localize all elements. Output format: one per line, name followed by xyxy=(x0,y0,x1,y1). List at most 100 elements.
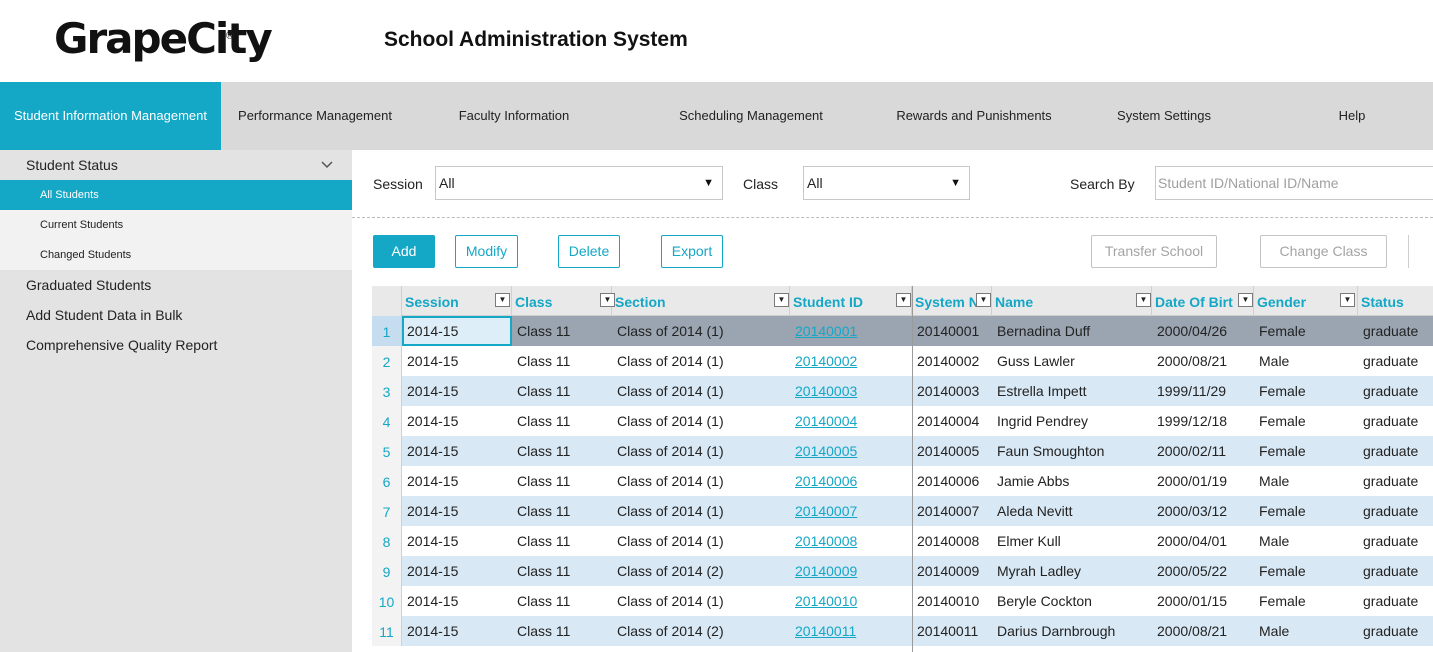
toolbar-separator xyxy=(1408,235,1409,268)
cell-date-of-birth: 2000/04/26 xyxy=(1157,323,1228,339)
cell-section: Class of 2014 (1) xyxy=(617,533,724,549)
cell-class: Class 11 xyxy=(517,383,571,399)
table-row[interactable]: 6 2014-15 Class 11 Class of 2014 (1) 2014000… xyxy=(372,466,1433,496)
table-row[interactable]: 2 2014-15 Class 11 Class of 2014 (1) 2014000… xyxy=(372,346,1433,376)
student-id-link[interactable]: 20140002 xyxy=(790,346,912,376)
row-number[interactable]: 7 xyxy=(372,496,402,526)
table-row[interactable]: 9 2014-15 Class 11 Class of 2014 (2) 2014000… xyxy=(372,556,1433,586)
cell-status: graduate xyxy=(1363,383,1419,399)
nav-scheduling-management[interactable]: Scheduling Management xyxy=(619,82,883,150)
sidebar-item-add-student-data-in-bulk[interactable]: Add Student Data in Bulk xyxy=(0,300,352,330)
nav-faculty-information[interactable]: Faculty Information xyxy=(409,82,619,150)
table-row[interactable]: 5 2014-15 Class 11 Class of 2014 (1) 2014000… xyxy=(372,436,1433,466)
filter-dropdown-icon[interactable]: ▼ xyxy=(976,293,991,307)
nav-student-information-management[interactable]: Student Information Management xyxy=(0,82,221,150)
chevron-down-icon[interactable] xyxy=(320,159,334,171)
row-number[interactable]: 3 xyxy=(372,376,402,406)
row-number[interactable]: 11 xyxy=(372,616,402,646)
sidebar-group-student-status[interactable]: Student Status xyxy=(0,150,352,180)
cell-system-no: 20140002 xyxy=(917,353,980,369)
filter-dropdown-icon[interactable]: ▼ xyxy=(1136,293,1151,307)
nav-help[interactable]: Help xyxy=(1263,82,1433,150)
sidebar-item-comprehensive-quality-report[interactable]: Comprehensive Quality Report xyxy=(0,330,352,360)
column-header-status[interactable]: Status xyxy=(1358,286,1433,316)
delete-button[interactable]: Delete xyxy=(558,235,620,268)
student-id-link[interactable]: 20140011 xyxy=(790,616,912,646)
cell-session: 2014-15 xyxy=(407,593,459,609)
row-number[interactable]: 9 xyxy=(372,556,402,586)
nav-performance-management[interactable]: Performance Management xyxy=(221,82,409,150)
registered-mark: ® xyxy=(226,30,235,42)
row-number[interactable]: 8 xyxy=(372,526,402,556)
cell-gender: Female xyxy=(1259,413,1306,429)
row-number[interactable]: 10 xyxy=(372,586,402,616)
cell-status: graduate xyxy=(1363,473,1419,489)
cell-date-of-birth: 2000/01/15 xyxy=(1157,593,1228,609)
sidebar-item-current-students[interactable]: Current Students xyxy=(0,210,352,240)
logo[interactable]: GrapeCity xyxy=(54,14,273,64)
filter-dropdown-icon[interactable]: ▼ xyxy=(1238,293,1253,307)
session-select[interactable]: All ▼ xyxy=(435,166,723,200)
table-row[interactable]: 10 2014-15 Class 11 Class of 2014 (1) 201400… xyxy=(372,586,1433,616)
sidebar-item-all-students[interactable]: All Students xyxy=(0,180,352,210)
filter-dropdown-icon[interactable]: ▼ xyxy=(495,293,510,307)
table-row[interactable]: 11 2014-15 Class 11 Class of 2014 (2) 201400… xyxy=(372,616,1433,646)
cell-name: Bernadina Duff xyxy=(997,323,1091,339)
column-header-name[interactable]: Name xyxy=(992,286,1152,316)
filter-dropdown-icon[interactable]: ▼ xyxy=(896,293,911,307)
column-header-class[interactable]: Class xyxy=(512,286,612,316)
cell-session: 2014-15 xyxy=(407,533,459,549)
column-header-section[interactable]: Section xyxy=(612,286,790,316)
cell-date-of-birth: 2000/03/12 xyxy=(1157,503,1228,519)
cell-section: Class of 2014 (1) xyxy=(617,593,724,609)
sidebar-item-graduated-students[interactable]: Graduated Students xyxy=(0,270,352,300)
table-row[interactable]: 1 2014-15 Class 11 Class of 2014 (1) 2014000… xyxy=(372,316,1433,346)
modify-button[interactable]: Modify xyxy=(455,235,518,268)
student-id-link[interactable]: 20140001 xyxy=(790,316,912,346)
table-row[interactable]: 3 2014-15 Class 11 Class of 2014 (1) 2014000… xyxy=(372,376,1433,406)
cell-date-of-birth: 2000/02/11 xyxy=(1157,443,1227,459)
cell-session: 2014-15 xyxy=(407,563,459,579)
student-id-link[interactable]: 20140006 xyxy=(790,466,912,496)
main-nav: Student Information Management Performan… xyxy=(0,82,1433,150)
sidebar-item-changed-students[interactable]: Changed Students xyxy=(0,240,352,270)
cell-system-no: 20140008 xyxy=(917,533,980,549)
filter-dropdown-icon[interactable]: ▼ xyxy=(1340,293,1355,307)
student-id-link[interactable]: 20140004 xyxy=(790,406,912,436)
row-number[interactable]: 1 xyxy=(372,316,402,346)
student-id-link[interactable]: 20140007 xyxy=(790,496,912,526)
column-header-student-id[interactable]: Student ID xyxy=(790,286,912,316)
nav-system-settings[interactable]: System Settings xyxy=(1065,82,1263,150)
table-row[interactable]: 7 2014-15 Class 11 Class of 2014 (1) 2014000… xyxy=(372,496,1433,526)
cell-section: Class of 2014 (1) xyxy=(617,443,724,459)
student-id-link[interactable]: 20140003 xyxy=(790,376,912,406)
row-number[interactable]: 5 xyxy=(372,436,402,466)
student-id-link[interactable]: 20140005 xyxy=(790,436,912,466)
row-number[interactable]: 6 xyxy=(372,466,402,496)
cell-gender: Male xyxy=(1259,473,1290,489)
student-id-link[interactable]: 20140010 xyxy=(790,586,912,616)
student-id-link[interactable]: 20140008 xyxy=(790,526,912,556)
search-input[interactable] xyxy=(1155,166,1433,200)
class-select-value: All xyxy=(807,175,823,191)
table-row[interactable]: 8 2014-15 Class 11 Class of 2014 (1) 2014000… xyxy=(372,526,1433,556)
row-number[interactable]: 2 xyxy=(372,346,402,376)
class-select[interactable]: All ▼ xyxy=(803,166,970,200)
table-row[interactable]: 4 2014-15 Class 11 Class of 2014 (1) 2014000… xyxy=(372,406,1433,436)
cell-gender: Female xyxy=(1259,383,1306,399)
row-number[interactable]: 4 xyxy=(372,406,402,436)
session-label: Session xyxy=(373,176,423,192)
grid-corner[interactable] xyxy=(372,286,402,316)
export-button[interactable]: Export xyxy=(661,235,723,268)
cell-name: Ingrid Pendrey xyxy=(997,413,1089,429)
cell-section: Class of 2014 (1) xyxy=(617,353,724,369)
nav-rewards-and-punishments[interactable]: Rewards and Punishments xyxy=(883,82,1065,150)
student-id-link[interactable]: 20140009 xyxy=(790,556,912,586)
change-class-button[interactable]: Change Class xyxy=(1260,235,1387,268)
add-button[interactable]: Add xyxy=(373,235,435,268)
transfer-school-button[interactable]: Transfer School xyxy=(1091,235,1217,268)
logo-text: GrapeCity xyxy=(54,14,273,63)
filter-dropdown-icon[interactable]: ▼ xyxy=(774,293,789,307)
cell-system-no: 20140006 xyxy=(917,473,980,489)
cell-date-of-birth: 2000/05/22 xyxy=(1157,563,1228,579)
